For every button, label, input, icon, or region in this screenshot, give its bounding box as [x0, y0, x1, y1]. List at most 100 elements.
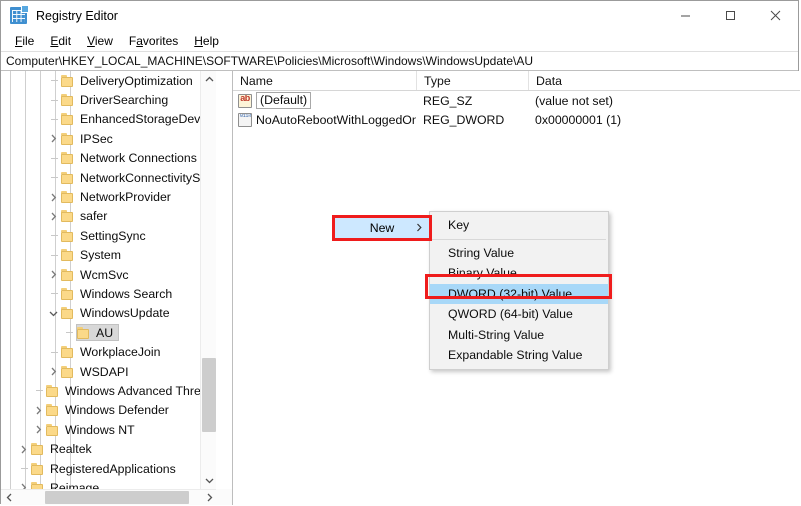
- value-row[interactable]: (Default) REG_SZ (value not set): [233, 91, 800, 111]
- folder-icon: [61, 307, 75, 320]
- column-header-type[interactable]: Type: [416, 71, 528, 90]
- tree-vertical-scroll-thumb[interactable]: [202, 358, 216, 432]
- tree-item-windows-advanced-threat-prote[interactable]: Windows Advanced Threat Prote: [1, 381, 216, 400]
- tree-item-networkconnectivitystatusind[interactable]: NetworkConnectivityStatusInd: [1, 168, 216, 187]
- menu-favorites[interactable]: Favorites: [121, 32, 186, 50]
- tree-item-label: AU: [96, 325, 114, 340]
- tree-item-windows-search[interactable]: Windows Search: [1, 284, 216, 303]
- folder-icon: [61, 249, 75, 262]
- menu-item-binary-value[interactable]: Binary Value: [430, 263, 608, 284]
- chevron-right-icon[interactable]: [46, 362, 61, 381]
- tree-item-au[interactable]: AU: [1, 323, 216, 342]
- tree-item-ipsec[interactable]: IPSec: [1, 129, 216, 148]
- folder-icon: [31, 462, 45, 475]
- chevron-right-icon[interactable]: [31, 420, 46, 439]
- tree-item-deliveryoptimization[interactable]: DeliveryOptimization: [1, 71, 216, 90]
- tree-item-label: Network Connections: [80, 151, 197, 166]
- folder-icon: [31, 443, 45, 456]
- folder-icon: [61, 113, 75, 126]
- scrollbar-corner: [216, 489, 232, 505]
- context-menu-new-label: New: [369, 221, 395, 235]
- chevron-down-icon[interactable]: [46, 304, 61, 323]
- tree-item-label: NetworkConnectivityStatusInd: [80, 170, 216, 185]
- tree-vertical-scrollbar[interactable]: [200, 71, 216, 489]
- tree-item-workplacejoin[interactable]: WorkplaceJoin: [1, 342, 216, 361]
- tree-item-windowsupdate[interactable]: WindowsUpdate: [1, 304, 216, 323]
- tree-item-safer[interactable]: safer: [1, 207, 216, 226]
- menu-item-label: Key: [448, 218, 470, 233]
- menu-item-dword-32-bit-value[interactable]: DWORD (32-bit) Value: [430, 283, 608, 304]
- tree-connector: [31, 381, 46, 400]
- chevron-right-icon[interactable]: [46, 207, 61, 226]
- tree-item-registeredapplications[interactable]: RegisteredApplications: [1, 459, 216, 478]
- maximize-button[interactable]: [708, 1, 753, 30]
- menu-item-label: DWORD (32-bit) Value: [448, 286, 573, 301]
- tree-item-windows-defender[interactable]: Windows Defender: [1, 401, 216, 420]
- value-data: (value not set): [535, 93, 613, 108]
- chevron-right-icon[interactable]: [46, 129, 61, 148]
- tree-item-reimage[interactable]: Reimage: [1, 478, 216, 489]
- menu-view[interactable]: View: [79, 32, 121, 50]
- close-button[interactable]: [753, 1, 798, 30]
- menu-file[interactable]: File: [7, 32, 42, 50]
- tree-item-wsdapi[interactable]: WSDAPI: [1, 362, 216, 381]
- tree-connector: [46, 226, 61, 245]
- tree-horizontal-scroll-thumb[interactable]: [45, 491, 189, 504]
- new-value-submenu[interactable]: Key String Value Binary Value DWORD (32-bit…: [429, 211, 609, 370]
- menu-edit[interactable]: Edit: [42, 32, 79, 50]
- tree-connector: [46, 110, 61, 129]
- menu-item-qword-64-bit-value[interactable]: QWORD (64-bit) Value: [430, 304, 608, 325]
- tree-item-label: WSDAPI: [80, 364, 129, 379]
- registry-tree-pane: DeliveryOptimization DriverSearching Enhan…: [1, 71, 233, 505]
- tree-connector: [46, 168, 61, 187]
- tree-item-label: WorkplaceJoin: [80, 345, 161, 360]
- chevron-right-icon[interactable]: [16, 478, 31, 489]
- tree-horizontal-scrollbar[interactable]: [1, 489, 232, 505]
- value-type: REG_SZ: [423, 93, 473, 108]
- minimize-button[interactable]: [663, 1, 708, 30]
- tree-item-label: Windows Defender: [65, 403, 169, 418]
- registry-tree[interactable]: DeliveryOptimization DriverSearching Enhan…: [1, 71, 216, 489]
- menu-item-key[interactable]: Key: [430, 215, 608, 236]
- tree-connector: [61, 323, 76, 342]
- tree-item-system[interactable]: System: [1, 246, 216, 265]
- context-menu-new-item[interactable]: New: [335, 218, 429, 238]
- tree-item-enhancedstoragedevices[interactable]: EnhancedStorageDevices: [1, 110, 216, 129]
- tree-item-wcmsvc[interactable]: WcmSvc: [1, 265, 216, 284]
- window-controls: [663, 1, 798, 30]
- scroll-left-icon[interactable]: [1, 490, 18, 505]
- chevron-right-icon[interactable]: [46, 188, 61, 207]
- tree-item-label: DriverSearching: [80, 93, 169, 108]
- values-list[interactable]: (Default) REG_SZ (value not set) NoAutoRebo…: [233, 91, 800, 130]
- folder-icon: [61, 132, 75, 145]
- tree-item-label: System: [80, 248, 121, 263]
- value-name: NoAutoRebootWithLoggedOnU...: [256, 113, 416, 128]
- folder-icon: [61, 210, 75, 223]
- tree-connector: [46, 91, 61, 110]
- tree-item-network-connections[interactable]: Network Connections: [1, 149, 216, 168]
- scroll-down-icon[interactable]: [201, 472, 217, 489]
- menu-help[interactable]: Help: [186, 32, 227, 50]
- folder-icon: [61, 346, 75, 359]
- menu-item-multi-string-value[interactable]: Multi-String Value: [430, 325, 608, 346]
- tree-item-windows-nt[interactable]: Windows NT: [1, 420, 216, 439]
- tree-item-label: Windows Advanced Threat Prote: [65, 383, 216, 398]
- tree-item-label: Realtek: [50, 442, 92, 457]
- chevron-right-icon[interactable]: [46, 265, 61, 284]
- tree-item-settingsync[interactable]: SettingSync: [1, 226, 216, 245]
- scroll-up-icon[interactable]: [201, 71, 217, 88]
- menu-item-expandable-string-value[interactable]: Expandable String Value: [430, 345, 608, 366]
- tree-item-networkprovider[interactable]: NetworkProvider: [1, 187, 216, 206]
- folder-icon: [61, 229, 75, 242]
- column-header-data[interactable]: Data: [528, 71, 800, 90]
- chevron-right-icon[interactable]: [31, 401, 46, 420]
- menu-item-string-value[interactable]: String Value: [430, 243, 608, 264]
- chevron-right-icon[interactable]: [16, 440, 31, 459]
- column-header-name[interactable]: Name: [233, 71, 416, 90]
- value-row[interactable]: NoAutoRebootWithLoggedOnU... REG_DWORD 0x0…: [233, 111, 800, 131]
- address-bar[interactable]: Computer\HKEY_LOCAL_MACHINE\SOFTWARE\Pol…: [1, 51, 798, 71]
- tree-item-driversearching[interactable]: DriverSearching: [1, 90, 216, 109]
- tree-item-realtek[interactable]: Realtek: [1, 439, 216, 458]
- folder-icon: [61, 287, 75, 300]
- menu-item-label: Multi-String Value: [448, 327, 545, 342]
